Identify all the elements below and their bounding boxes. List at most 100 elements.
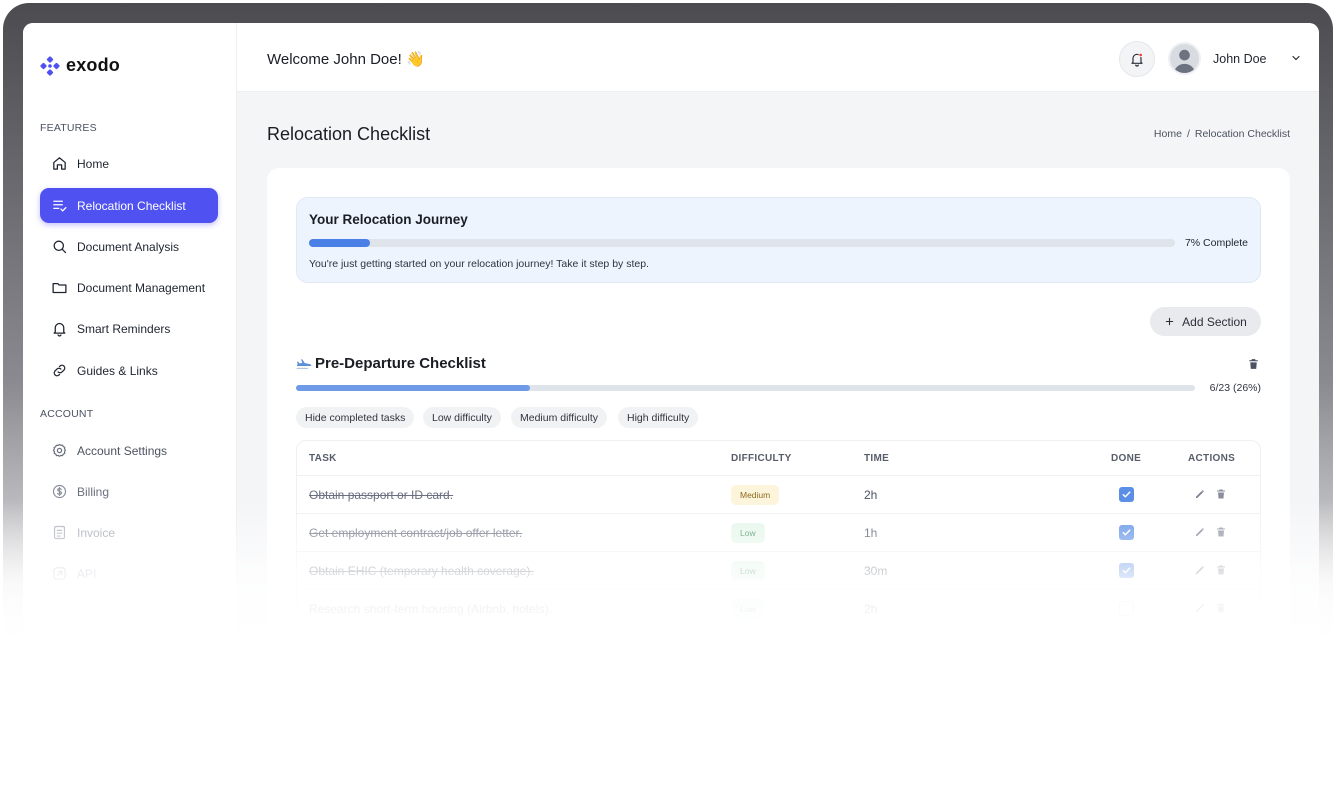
checklist-progress-fill [296,385,530,391]
brand-logo[interactable]: exodo [40,55,120,76]
sidebar-item-document-management[interactable]: Document Management [40,270,218,305]
sidebar-item-api[interactable]: API [40,556,218,591]
delete-trash-icon[interactable] [1215,526,1227,538]
difficulty-badge: Medium [731,485,780,505]
sidebar-item-smart-reminders[interactable]: Smart Reminders [40,311,218,346]
column-header-done: DONE [1111,453,1142,464]
delete-trash-icon[interactable] [1215,564,1227,576]
filter-hide-completed[interactable]: Hide completed tasks [296,407,415,428]
sidebar-item-label: Account Settings [77,443,168,458]
journey-message: You're just getting started on your relo… [309,258,649,270]
delete-trash-icon[interactable] [1215,602,1227,614]
task-time: 2h [864,488,878,502]
journey-title: Your Relocation Journey [309,212,468,227]
journey-progress-label: 7% Complete [1184,237,1248,249]
checkmark-icon [1122,491,1131,498]
difficulty-badge: Low [731,599,765,619]
checklist-card: Your Relocation Journey 7% Complete You'… [267,168,1290,723]
done-checkbox[interactable] [1119,525,1134,540]
sidebar-item-invoice[interactable]: Invoice [40,515,218,550]
folder-icon [52,282,67,294]
user-name[interactable]: John Doe [1213,52,1267,66]
filter-medium-difficulty[interactable]: Medium difficulty [511,407,608,428]
notification-bell-icon [1131,52,1143,67]
api-icon [53,567,66,580]
brand-name: exodo [66,55,121,75]
sidebar-item-label: Smart Reminders [77,321,171,336]
edit-pencil-icon[interactable] [1194,602,1206,614]
table-row: Obtain passport or ID card. Medium 2h [297,475,1260,513]
notifications-button[interactable] [1119,41,1155,77]
avatar[interactable] [1168,42,1201,75]
laptop-frame: exodo FEATURES Home Relocation Checklist… [3,3,1333,723]
task-name[interactable]: Get employment contract/job offer letter… [309,526,522,540]
checkmark-icon [1122,529,1131,536]
task-time: 1h [864,526,878,540]
checklist-progress-bar [296,385,1195,391]
sidebar-item-guides-links[interactable]: Guides & Links [40,353,218,388]
sidebar: exodo FEATURES Home Relocation Checklist… [23,23,237,723]
checklist-title: Pre-Departure Checklist [315,355,486,372]
edit-pencil-icon[interactable] [1194,488,1206,500]
table-row: Get employment contract/job offer letter… [297,513,1260,551]
sidebar-item-relocation-checklist[interactable]: Relocation Checklist [40,188,218,223]
task-time: 30m [864,564,888,578]
done-checkbox[interactable] [1119,563,1134,578]
breadcrumb: Home / Relocation Checklist [1154,128,1290,140]
difficulty-badge: Low [731,523,765,543]
sidebar-item-label: Billing [77,484,110,499]
checklist-progress-count: 6/23 (26%) [1209,382,1261,394]
done-checkbox[interactable] [1119,601,1134,616]
sidebar-item-label: API [77,566,97,581]
sidebar-item-label: Invoice [77,525,116,540]
home-icon [53,157,66,170]
column-header-time[interactable]: TIME [864,453,889,464]
dollar-icon [52,484,67,499]
tasks-table: TASK DIFFICULTY TIME DONE ACTIONS Obtain… [296,440,1261,723]
welcome-message: Welcome John Doe! 👋 [267,51,425,68]
sidebar-item-label: Guides & Links [77,363,158,378]
delete-section-trash-icon[interactable] [1247,357,1260,371]
breadcrumb-separator: / [1186,128,1190,140]
sidebar-item-document-analysis[interactable]: Document Analysis [40,229,218,264]
task-name[interactable]: Obtain passport or ID card. [309,488,453,502]
difficulty-badge: Low [731,561,765,581]
edit-pencil-icon[interactable] [1194,526,1206,538]
breadcrumb-home-link[interactable]: Home [1154,128,1182,140]
add-section-button[interactable]: Add Section [1150,307,1261,336]
page-title: Relocation Checklist [267,124,431,144]
logo-icon [40,55,60,76]
done-checkbox[interactable] [1119,487,1134,502]
airplane-icon [296,359,312,369]
sidebar-item-billing[interactable]: Billing [40,474,218,509]
checklist-icon [53,200,67,212]
filter-high-difficulty[interactable]: High difficulty [618,407,699,428]
sidebar-item-home[interactable]: Home [40,146,218,181]
chevron-down-icon[interactable] [1290,52,1302,64]
link-icon [53,364,66,377]
column-header-task[interactable]: TASK [309,453,337,464]
sidebar-item-label: Document Management [77,280,206,295]
sidebar-item-label: Document Analysis [77,239,180,254]
checkmark-icon [1122,567,1131,574]
features-section-label: FEATURES [40,122,97,134]
journey-progress-bar [309,239,1175,247]
bell-icon [53,322,66,337]
task-name[interactable]: Obtain EHIC (temporary health coverage). [309,564,534,578]
table-row: Research short-term housing (Airbnb, hot… [297,589,1260,627]
task-time: 2h [864,602,878,616]
invoice-icon [53,525,66,540]
add-section-label: Add Section [1182,314,1247,329]
plus-icon [1165,317,1174,326]
filter-low-difficulty[interactable]: Low difficulty [423,407,501,428]
sidebar-item-account-settings[interactable]: Account Settings [40,433,218,468]
sidebar-item-label: Home [77,156,110,171]
user-icon [1173,49,1196,73]
top-bar: Welcome John Doe! 👋 John Doe [237,23,1319,92]
edit-pencil-icon[interactable] [1194,564,1206,576]
delete-trash-icon[interactable] [1215,488,1227,500]
sidebar-item-label: Relocation Checklist [77,198,186,213]
task-name[interactable]: Research short-term housing (Airbnb, hot… [309,602,552,616]
column-header-actions: ACTIONS [1188,453,1236,464]
column-header-difficulty[interactable]: DIFFICULTY [731,453,792,464]
